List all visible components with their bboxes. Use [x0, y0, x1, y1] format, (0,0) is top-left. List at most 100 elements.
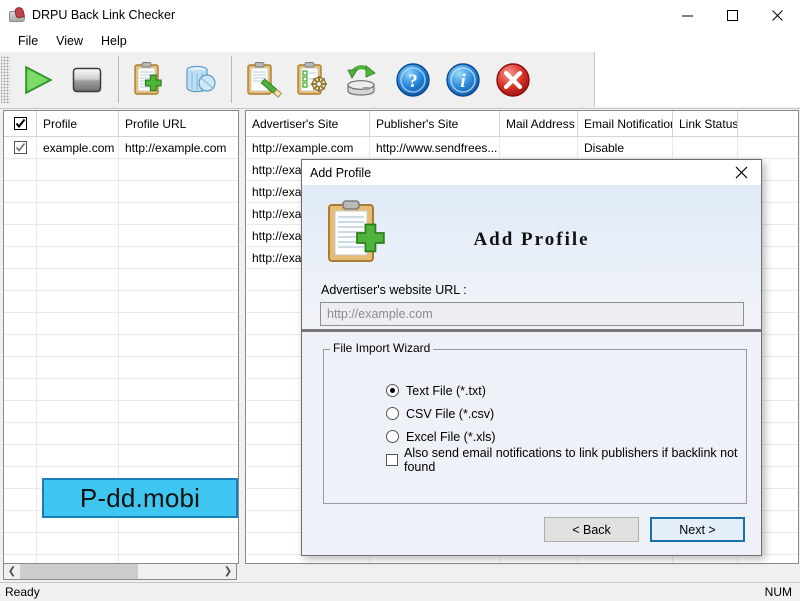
column-header-profile[interactable]: Profile	[37, 111, 119, 136]
menu-item-file[interactable]: File	[9, 32, 47, 50]
table-row-empty[interactable]	[4, 313, 238, 335]
cell-empty	[370, 555, 500, 564]
menu-item-help[interactable]: Help	[92, 32, 136, 50]
cell-empty	[119, 335, 236, 356]
row-checkbox-cell[interactable]	[4, 137, 37, 158]
cell-empty	[4, 269, 37, 290]
option-csv-file-label: CSV File (*.csv)	[406, 407, 494, 421]
add-profile-button[interactable]	[125, 56, 175, 103]
table-row-empty[interactable]	[4, 357, 238, 379]
dialog-close-button[interactable]	[721, 160, 761, 185]
watermark: P-dd.mobi	[42, 478, 238, 518]
cell-empty	[37, 401, 119, 422]
delete-profile-button[interactable]	[175, 56, 225, 103]
advertiser-url-input[interactable]: http://example.com	[320, 302, 744, 326]
scrollbar-thumb[interactable]	[20, 564, 138, 579]
cell-empty	[4, 291, 37, 312]
row-checkbox[interactable]	[14, 141, 27, 154]
svg-text:?: ?	[408, 71, 418, 92]
select-all-checkbox[interactable]	[14, 117, 27, 130]
table-row[interactable]: http://example.comhttp://www.sendfrees..…	[246, 137, 798, 159]
table-row-empty[interactable]	[4, 533, 238, 555]
table-row-empty[interactable]	[4, 203, 238, 225]
cell-empty	[119, 357, 236, 378]
cell-empty	[119, 269, 236, 290]
horizontal-scrollbar[interactable]: ❮ ❯	[3, 563, 237, 580]
cell-empty	[4, 313, 37, 334]
file-import-wizard-legend: File Import Wizard	[330, 341, 433, 355]
maximize-button[interactable]	[710, 0, 755, 30]
cell-spacer	[738, 137, 796, 158]
select-all-header[interactable]	[4, 111, 37, 136]
cell-empty	[37, 269, 119, 290]
option-csv-file[interactable]: CSV File (*.csv)	[386, 402, 761, 425]
application-window: DRPU Back Link Checker File View Help	[0, 0, 800, 600]
back-button[interactable]: < Back	[544, 517, 639, 542]
cell-mail-address	[500, 137, 578, 158]
column-header-email-notification[interactable]: Email Notification	[578, 111, 673, 136]
dialog-body-area: File Import Wizard Text File (*.txt) CSV…	[302, 332, 761, 553]
cell-empty	[4, 445, 37, 466]
table-row[interactable]: example.com http://example.com	[4, 137, 238, 159]
column-header-advertiser-site[interactable]: Advertiser's Site	[246, 111, 370, 136]
cell-empty	[119, 401, 236, 422]
scroll-left-arrow[interactable]: ❮	[4, 564, 20, 579]
cell-empty	[119, 181, 236, 202]
column-header-mail-address[interactable]: Mail Address	[500, 111, 578, 136]
table-row-empty[interactable]	[4, 269, 238, 291]
column-header-link-status[interactable]: Link Status	[673, 111, 738, 136]
exit-button[interactable]	[488, 56, 538, 103]
option-text-file[interactable]: Text File (*.txt)	[386, 379, 761, 402]
table-row-empty[interactable]	[4, 159, 238, 181]
about-button[interactable]: i	[438, 56, 488, 103]
close-button[interactable]	[755, 0, 800, 30]
minimize-button[interactable]	[665, 0, 710, 30]
stop-button[interactable]	[62, 56, 112, 103]
refresh-button[interactable]	[338, 56, 388, 103]
table-row-empty[interactable]	[4, 445, 238, 467]
column-header-publisher-site[interactable]: Publisher's Site	[370, 111, 500, 136]
cell-empty	[37, 313, 119, 334]
radio-csv-file[interactable]	[386, 407, 399, 420]
table-row-empty[interactable]	[4, 423, 238, 445]
toolbar: ? i	[0, 52, 800, 109]
toolbar-separator-2	[231, 56, 232, 103]
cell-empty	[4, 423, 37, 444]
edit-profile-button[interactable]	[238, 56, 288, 103]
toolbar-grip[interactable]	[1, 56, 10, 103]
help-button[interactable]: ?	[388, 56, 438, 103]
scroll-right-arrow[interactable]: ❯	[220, 564, 236, 579]
cell-empty	[4, 467, 37, 488]
cell-link-status	[673, 137, 738, 158]
cell-empty	[673, 555, 738, 564]
email-notification-checkbox[interactable]	[386, 454, 398, 466]
radio-excel-file[interactable]	[386, 430, 399, 443]
table-row-empty[interactable]	[4, 291, 238, 313]
cell-empty	[4, 247, 37, 268]
settings-button[interactable]	[288, 56, 338, 103]
window-title: DRPU Back Link Checker	[32, 8, 175, 22]
table-row-empty[interactable]	[4, 225, 238, 247]
table-row-empty[interactable]	[4, 335, 238, 357]
table-row-empty[interactable]	[4, 181, 238, 203]
table-row-empty[interactable]	[4, 379, 238, 401]
column-header-profile-url[interactable]: Profile URL	[119, 111, 236, 136]
cell-empty	[4, 159, 37, 180]
cell-empty	[37, 159, 119, 180]
table-row-empty[interactable]	[4, 247, 238, 269]
cell-empty	[37, 247, 119, 268]
table-row-empty[interactable]	[246, 555, 798, 564]
option-email-notification[interactable]: Also send email notifications to link pu…	[386, 448, 761, 471]
radio-text-file[interactable]	[386, 384, 399, 397]
cell-advertiser-site: http://example.com	[246, 137, 370, 158]
cell-empty	[4, 489, 37, 510]
menu-item-view[interactable]: View	[47, 32, 92, 50]
scrollbar-track[interactable]	[20, 564, 220, 579]
cell-empty	[37, 225, 119, 246]
status-bar: Ready NUM	[0, 582, 800, 601]
next-button[interactable]: Next >	[650, 517, 745, 542]
add-profile-dialog: Add Profile	[301, 159, 762, 556]
cell-empty	[500, 555, 578, 564]
table-row-empty[interactable]	[4, 401, 238, 423]
start-button[interactable]	[12, 56, 62, 103]
